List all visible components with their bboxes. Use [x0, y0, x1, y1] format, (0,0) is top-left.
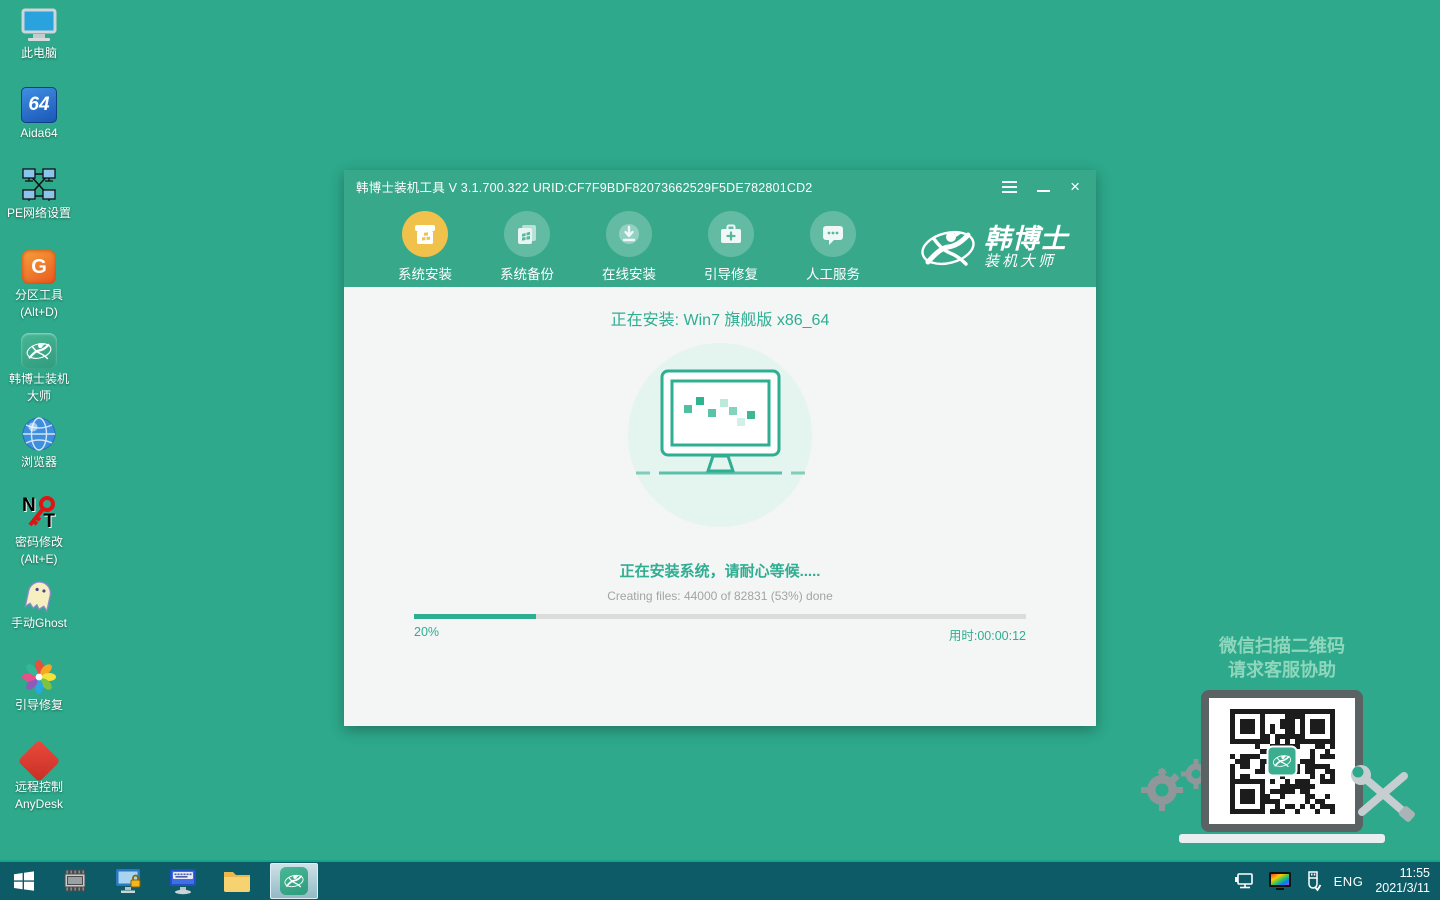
brand-subtitle: 装机大师: [984, 253, 1068, 271]
progress-fill: [414, 614, 536, 619]
desktop-icon-label: 远程控制: [0, 780, 78, 795]
menu-icon[interactable]: [1002, 186, 1017, 188]
monitor-illustration: [628, 343, 813, 528]
tab-label: 在线安装: [602, 263, 656, 283]
desktop-icon-pe-network[interactable]: PE网络设置: [0, 166, 78, 221]
backup-copy-icon: [504, 211, 550, 257]
laptop-illustration: [1132, 690, 1432, 843]
desktop-icon-anydesk[interactable]: 远程控制 AnyDesk: [0, 740, 78, 812]
network-settings-icon: [19, 166, 59, 204]
desktop-icon-browser[interactable]: 浏览器: [0, 415, 78, 470]
desktop-icon-label: AnyDesk: [0, 797, 78, 812]
tab-label: 人工服务: [806, 263, 860, 283]
monitor-lock-icon: [114, 867, 144, 895]
browser-globe-icon: [19, 415, 59, 453]
network-tray-icon[interactable]: [1234, 871, 1256, 891]
language-indicator[interactable]: ENG: [1334, 874, 1364, 889]
desktop-icon-label: Aida64: [0, 126, 78, 141]
brand-name: 韩博士: [984, 225, 1068, 253]
usb-tray-icon[interactable]: [1304, 870, 1322, 892]
installer-window: 韩博士装机工具 V 3.1.700.322 URID:CF7F9BDF82073…: [344, 170, 1096, 726]
close-icon[interactable]: ×: [1070, 178, 1080, 195]
taskbar-hanboshi-app[interactable]: [270, 863, 318, 899]
elapsed-time: 用时:00:00:12: [949, 625, 1026, 644]
tab-online-install[interactable]: 在线安装: [578, 203, 680, 287]
installing-title: 正在安装: Win7 旗舰版 x86_64: [344, 287, 1096, 330]
qr-caption-line1: 微信扫描二维码: [1132, 634, 1432, 658]
install-box-icon: [402, 211, 448, 257]
tab-label: 系统安装: [398, 263, 452, 283]
progress-bar: [414, 614, 1026, 619]
chip-icon: [61, 869, 89, 893]
display-color-tray-icon[interactable]: [1268, 871, 1292, 891]
laptop-screen: [1201, 690, 1363, 832]
tab-label: 系统备份: [500, 263, 554, 283]
brand-logo: 韩博士 装机大师: [920, 203, 1096, 287]
desktop-icon-label: 引导修复: [0, 698, 78, 713]
taskbar-lock-screen-tool[interactable]: [102, 862, 156, 900]
tab-label: 引导修复: [704, 263, 758, 283]
window-title: 韩博士装机工具 V 3.1.700.322 URID:CF7F9BDF82073…: [356, 177, 812, 196]
wrench-screwdriver-icon: [1348, 762, 1418, 829]
clock-time: 11:55: [1375, 866, 1430, 881]
status-text: 正在安装系统，请耐心等候.....: [344, 560, 1096, 581]
desktop-icon-label: PE网络设置: [0, 206, 78, 221]
windows-logo-icon: [13, 870, 35, 892]
pinwheel-icon: [19, 658, 59, 696]
ghost-icon: [19, 576, 59, 614]
qr-code: [1230, 709, 1335, 814]
chat-bubble-icon: [810, 211, 856, 257]
wechat-support-panel: 微信扫描二维码 请求客服协助: [1132, 634, 1432, 843]
desktop-icon-label: (Alt+D): [0, 305, 78, 320]
taskbar: ENG 11:55 2021/3/11: [0, 860, 1440, 900]
window-content: 正在安装: Win7 旗舰版 x86_64 正在安装系统，请耐心等候.....: [344, 287, 1096, 726]
desktop-icon-label: 浏览器: [0, 455, 78, 470]
start-button[interactable]: [0, 862, 48, 900]
desktop-icon-ghost[interactable]: 手动Ghost: [0, 576, 78, 631]
anydesk-icon: [19, 740, 59, 778]
taskbar-clock[interactable]: 11:55 2021/3/11: [1375, 866, 1430, 896]
hanboshi-taskbar-icon: [280, 867, 308, 895]
keyboard-icon: [168, 867, 198, 895]
nt-password-icon: N T: [19, 495, 59, 533]
tab-system-install[interactable]: 系统安装: [374, 203, 476, 287]
qr-caption-line2: 请求客服协助: [1132, 658, 1432, 682]
clock-date: 2021/3/11: [1375, 881, 1430, 896]
download-icon: [606, 211, 652, 257]
folder-icon: [222, 868, 252, 894]
taskbar-memory-tool[interactable]: [48, 862, 102, 900]
aida64-icon: 64: [19, 86, 59, 124]
window-titlebar: 韩博士装机工具 V 3.1.700.322 URID:CF7F9BDF82073…: [344, 170, 1096, 203]
desktop-icon-aida64[interactable]: 64 Aida64: [0, 86, 78, 141]
brand-logo-icon: [920, 224, 976, 272]
this-pc-icon: [19, 6, 59, 44]
hanboshi-icon: [19, 332, 59, 370]
toolbox-icon: [708, 211, 754, 257]
desktop-icon-label: 此电脑: [0, 46, 78, 61]
desktop-icon-label: 韩博士装机: [0, 372, 78, 387]
progress-percent: 20%: [414, 625, 439, 644]
tab-system-backup[interactable]: 系统备份: [476, 203, 578, 287]
desktop-icon-label: 大师: [0, 389, 78, 404]
desktop-icon-partition-tool[interactable]: G 分区工具 (Alt+D): [0, 248, 78, 320]
diskgenius-icon: G: [19, 248, 59, 286]
desktop-icon-label: (Alt+E): [0, 552, 78, 567]
minimize-icon[interactable]: [1037, 190, 1050, 192]
desktop-icon-boot-repair[interactable]: 引导修复: [0, 658, 78, 713]
progress-detail-text: Creating files: 44000 of 82831 (53%) don…: [344, 589, 1096, 603]
desktop-icon-this-pc[interactable]: 此电脑: [0, 6, 78, 61]
taskbar-file-explorer[interactable]: [210, 862, 264, 900]
laptop-base: [1179, 834, 1385, 843]
desktop-icon-label: 手动Ghost: [0, 616, 78, 631]
desktop-icon-password-reset[interactable]: N T 密码修改 (Alt+E): [0, 495, 78, 567]
desktop-icon-label: 分区工具: [0, 288, 78, 303]
tab-human-service[interactable]: 人工服务: [782, 203, 884, 287]
system-tray: ENG 11:55 2021/3/11: [1234, 866, 1440, 896]
desktop-icon-label: 密码修改: [0, 535, 78, 550]
window-toolbar: 系统安装 系统备份 在线安装: [344, 203, 1096, 287]
tab-boot-repair[interactable]: 引导修复: [680, 203, 782, 287]
taskbar-onscreen-keyboard[interactable]: [156, 862, 210, 900]
qr-center-logo-icon: [1267, 746, 1298, 777]
desktop-icon-hanboshi[interactable]: 韩博士装机 大师: [0, 332, 78, 404]
